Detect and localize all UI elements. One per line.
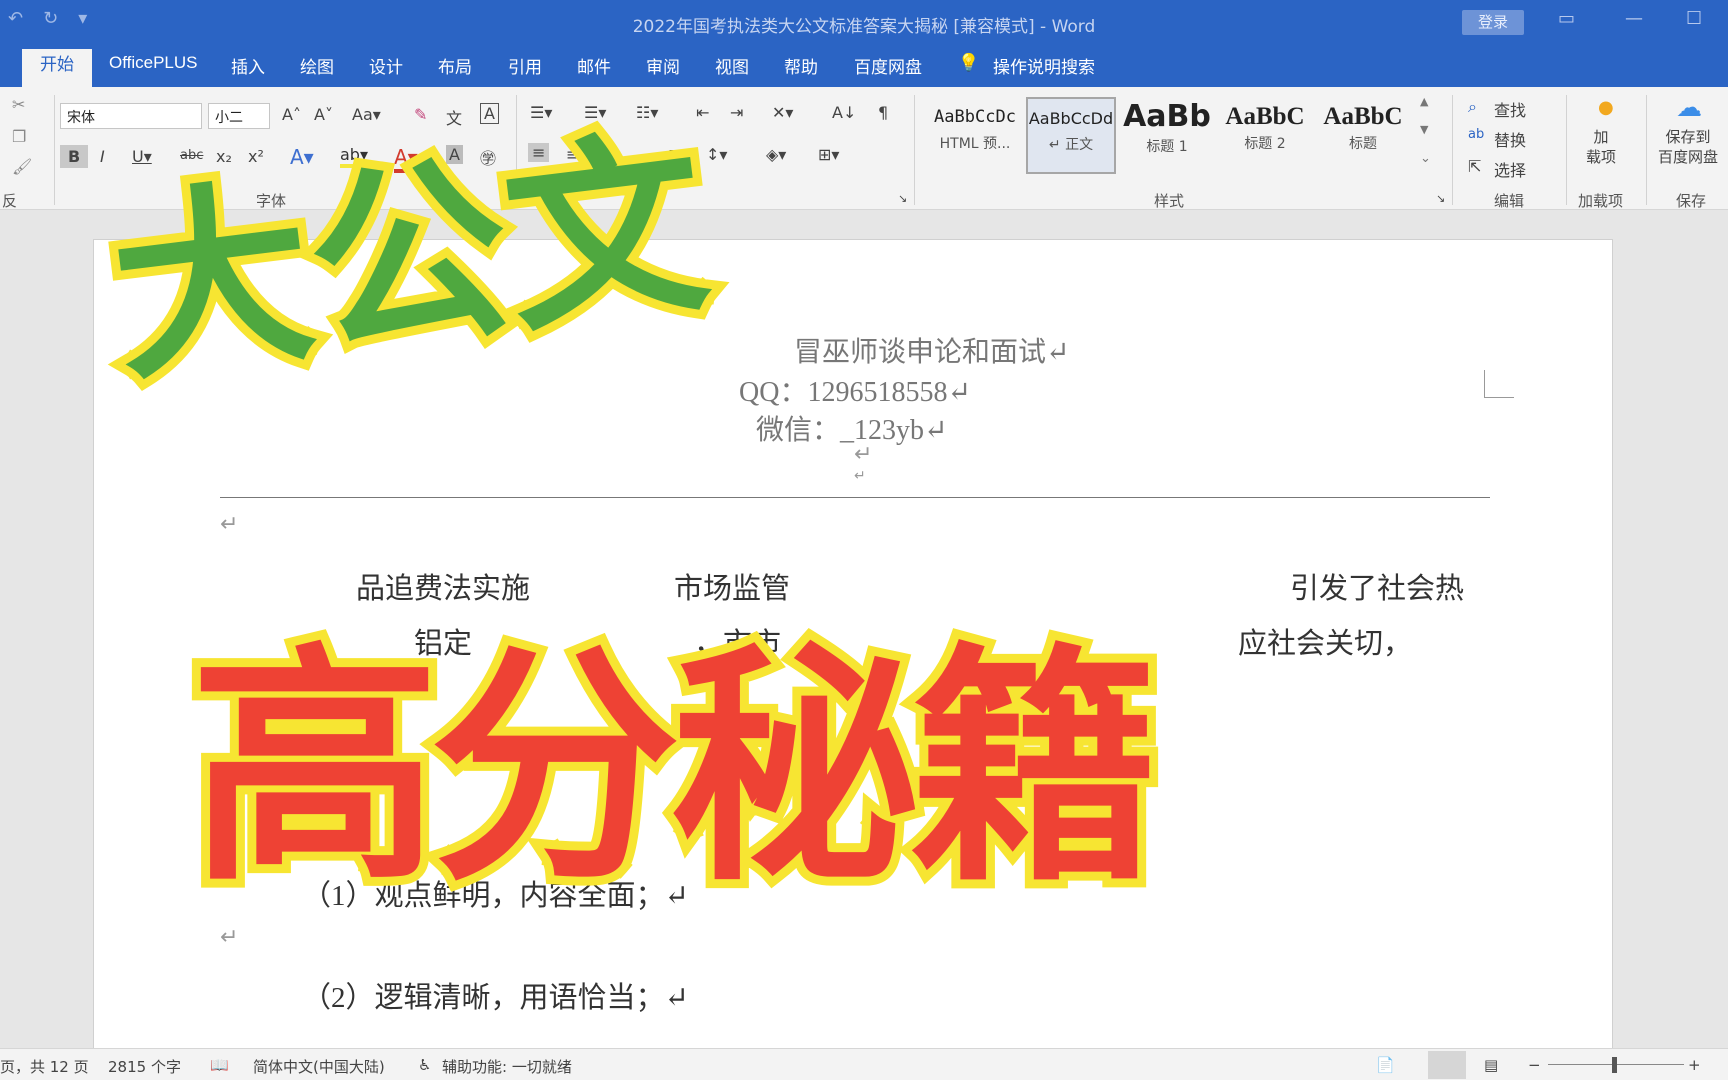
- addins-group-label: 加载项: [1578, 192, 1624, 210]
- maximize-icon[interactable]: ☐: [1686, 8, 1702, 29]
- zoom-out-button[interactable]: −: [1528, 1056, 1541, 1074]
- header-wechat-line: 微信：_123yb↵: [756, 415, 948, 446]
- print-layout-icon[interactable]: [1428, 1051, 1466, 1079]
- header-qq-line: QQ：1296518558↵: [739, 377, 971, 408]
- accessibility-icon: ♿: [418, 1056, 432, 1074]
- save-to-baidu-button[interactable]: 保存到 百度网盘: [1658, 127, 1718, 167]
- login-button[interactable]: 登录: [1462, 10, 1524, 35]
- style-heading-2[interactable]: AaBbC 标题 2: [1220, 97, 1310, 174]
- sort-icon[interactable]: A↓: [832, 103, 856, 122]
- minimize-icon[interactable]: —: [1625, 8, 1643, 29]
- header-author-line: 冒巫师谈申论和面试↵: [794, 337, 1070, 368]
- find-icon: ⌕: [1468, 97, 1477, 116]
- format-painter-icon[interactable]: 🖌: [12, 157, 32, 176]
- addin-icon[interactable]: ●: [1598, 97, 1614, 118]
- status-bar: 页，共 12 页 2815 个字 📖 简体中文(中国大陆) ♿ 辅助功能: 一切…: [0, 1048, 1728, 1080]
- paragraph-mark: ↵: [854, 468, 866, 484]
- tab-home[interactable]: 开始: [22, 49, 92, 87]
- web-layout-icon[interactable]: ▤: [1484, 1056, 1498, 1074]
- cut-icon[interactable]: ✂: [12, 95, 25, 114]
- copy-icon[interactable]: ❐: [12, 127, 26, 146]
- replace-button[interactable]: 替换: [1494, 127, 1526, 151]
- styles-scroll-down-icon[interactable]: ▼: [1420, 123, 1428, 136]
- tab-draw[interactable]: 绘图: [300, 53, 334, 78]
- styles-dialog-launcher-icon[interactable]: ↘: [1436, 192, 1445, 205]
- select-icon: ⇱: [1468, 157, 1482, 176]
- paragraph-mark: ↵: [220, 512, 239, 537]
- tab-officeplus[interactable]: OfficePLUS: [109, 53, 198, 73]
- style-title[interactable]: AaBbC 标题: [1318, 97, 1408, 174]
- overlay-title-red: 高分秘籍: [181, 614, 1169, 923]
- addin-button[interactable]: 加 载项: [1586, 127, 1616, 167]
- language-indicator[interactable]: 简体中文(中国大陆): [253, 1056, 385, 1077]
- style-heading-1[interactable]: AaBb 标题 1: [1122, 97, 1212, 174]
- edit-group-label: 编辑: [1494, 192, 1525, 210]
- shading-icon[interactable]: ◈▾: [766, 145, 786, 164]
- save-group-label: 保存: [1676, 192, 1707, 210]
- style-html-preformatted[interactable]: AaBbCcDc HTML 预...: [930, 97, 1020, 174]
- bold-button[interactable]: B: [60, 145, 89, 168]
- ribbon-display-icon[interactable]: ▭: [1558, 8, 1575, 29]
- replace-icon: ab: [1468, 127, 1485, 142]
- tab-references[interactable]: 引用: [508, 53, 542, 78]
- styles-scroll-up-icon[interactable]: ▲: [1420, 95, 1428, 108]
- group-divider: [914, 95, 915, 205]
- select-button[interactable]: 选择: [1494, 157, 1526, 181]
- read-mode-icon[interactable]: 📄: [1376, 1056, 1395, 1074]
- group-divider: [54, 95, 55, 205]
- body-text-fragment: 引发了社会热: [1290, 573, 1465, 605]
- title-bar: ↶ ↻ ▾ 2022年国考执法类大公文标准答案大揭秘 [兼容模式] - Word…: [0, 0, 1728, 45]
- body-text-fragment: 应社会关切，: [1238, 628, 1413, 660]
- clipboard-group-label: 反: [2, 192, 18, 210]
- page-count[interactable]: 页，共 12 页: [0, 1056, 89, 1077]
- lightbulb-icon: 💡: [958, 53, 980, 72]
- zoom-in-button[interactable]: +: [1688, 1056, 1701, 1074]
- header-rule: [220, 497, 1490, 498]
- increase-indent-icon[interactable]: ⇥: [730, 103, 743, 122]
- find-button[interactable]: 查找: [1494, 97, 1526, 121]
- borders-icon[interactable]: ⊞▾: [818, 145, 839, 164]
- styles-group-label: 样式: [1154, 192, 1185, 210]
- ribbon-tabs: 开始 OfficePLUS 插入 绘图 设计 布局 引用 邮件 审阅 视图 帮助…: [0, 45, 1728, 87]
- group-divider: [1566, 95, 1567, 205]
- baidu-netdisk-icon[interactable]: ☁: [1676, 93, 1702, 123]
- word-count[interactable]: 2815 个字: [108, 1056, 181, 1077]
- paragraph-dialog-launcher-icon[interactable]: ↘: [898, 192, 907, 205]
- show-marks-icon[interactable]: ¶: [878, 103, 888, 122]
- chinese-layout-icon[interactable]: ✕▾: [772, 103, 793, 122]
- style-normal[interactable]: AaBbCcDd ↵ 正文: [1026, 97, 1116, 174]
- list-item-2: （2）逻辑清晰，用语恰当；↵: [302, 982, 689, 1014]
- margin-corner-mark: [1484, 370, 1514, 398]
- tab-insert[interactable]: 插入: [231, 53, 265, 78]
- decrease-indent-icon[interactable]: ⇤: [696, 103, 709, 122]
- tab-design[interactable]: 设计: [369, 53, 403, 78]
- tab-baidu-netdisk[interactable]: 百度网盘: [854, 53, 922, 78]
- tab-layout[interactable]: 布局: [438, 53, 472, 78]
- proofing-icon[interactable]: 📖: [210, 1056, 229, 1074]
- tab-view[interactable]: 视图: [715, 53, 749, 78]
- tab-help[interactable]: 帮助: [784, 53, 818, 78]
- tell-me-search[interactable]: 操作说明搜索: [993, 53, 1095, 78]
- group-divider: [1646, 95, 1647, 205]
- paragraph-mark: ↵: [220, 925, 239, 950]
- paragraph-mark: ↵: [854, 442, 873, 467]
- group-divider: [1452, 95, 1453, 205]
- line-spacing-icon[interactable]: ↕▾: [706, 145, 727, 164]
- zoom-slider-thumb[interactable]: [1612, 1057, 1617, 1073]
- styles-more-icon[interactable]: ⌄: [1420, 151, 1431, 166]
- accessibility-status[interactable]: 辅助功能: 一切就绪: [442, 1056, 572, 1077]
